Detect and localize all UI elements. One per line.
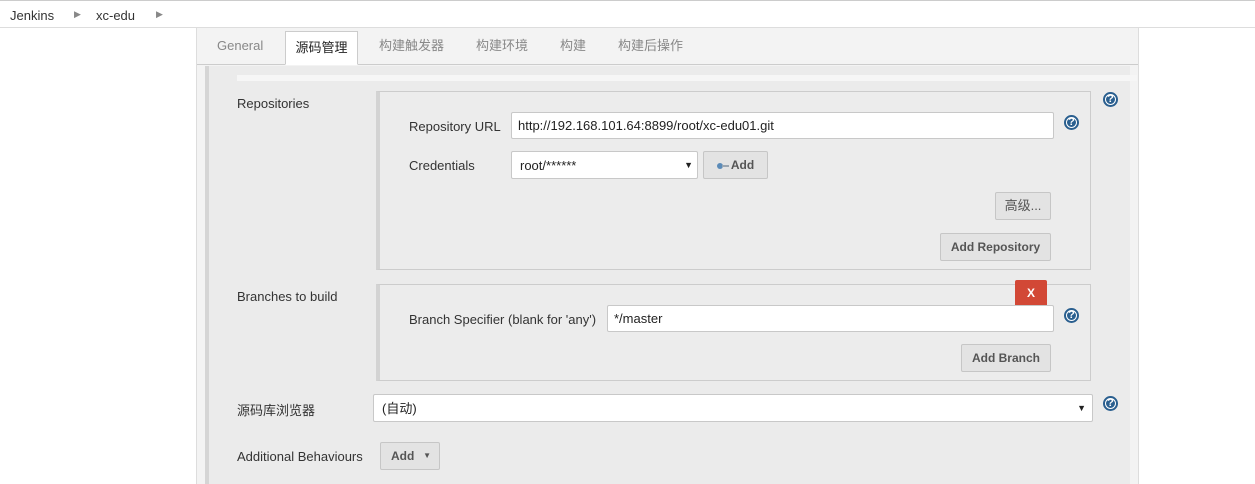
delete-branch-button[interactable]: X [1015,280,1047,307]
tab-post-build-actions[interactable]: 构建后操作 [618,28,683,64]
add-credentials-button[interactable]: Add [703,151,768,179]
branch-specifier-input[interactable]: */master [607,305,1054,332]
breadcrumb-item-project[interactable]: xc-edu [96,8,135,23]
advanced-button[interactable]: 高级... [995,192,1051,220]
help-icon[interactable]: ? [1103,92,1118,107]
tab-source-code-management[interactable]: 源码管理 [285,31,358,65]
credentials-value: root/****** [520,158,577,173]
tab-build-triggers[interactable]: 构建触发器 [379,28,444,64]
additional-behaviours-label: Additional Behaviours [237,449,363,464]
help-icon[interactable]: ? [1064,308,1079,323]
help-icon[interactable]: ? [1103,396,1118,411]
repository-browser-label: 源码库浏览器 [237,403,316,418]
repository-browser-select[interactable]: (自动) ▼ [373,394,1093,422]
credentials-label: Credentials [409,158,475,173]
add-repository-button[interactable]: Add Repository [940,233,1051,261]
breadcrumb-item-jenkins[interactable]: Jenkins [10,8,54,23]
key-icon [716,162,729,169]
tab-build[interactable]: 构建 [560,28,586,64]
breadcrumb: Jenkins ▶ xc-edu ▶ [0,0,1255,28]
branch-specifier-label: Branch Specifier (blank for 'any') [409,312,597,327]
add-behaviour-label: Add [391,449,415,463]
add-behaviour-button[interactable]: Add ▼ [380,442,440,470]
tab-bar: General 源码管理 构建触发器 构建环境 构建 构建后操作 [197,28,1138,65]
help-icon[interactable]: ? [1064,115,1079,130]
caret-down-icon: ▼ [423,451,431,460]
repository-url-label: Repository URL [409,119,501,134]
dropdown-arrow-icon: ▼ [684,160,693,170]
tab-general[interactable]: General [217,28,263,64]
credentials-select[interactable]: root/****** ▼ [511,151,698,179]
add-credentials-label: Add [730,158,755,172]
section-divider [237,75,1137,81]
add-branch-button[interactable]: Add Branch [961,344,1051,372]
repository-browser-value: (自动) [382,401,417,416]
branches-to-build-label: Branches to build [237,289,338,304]
tab-build-environment[interactable]: 构建环境 [476,28,528,64]
repositories-label: Repositories [237,96,310,111]
dropdown-arrow-icon: ▼ [1077,403,1086,413]
chevron-right-icon[interactable]: ▶ [74,9,81,20]
repository-url-input[interactable]: http://192.168.101.64:8899/root/xc-edu01… [511,112,1054,139]
chevron-right-icon[interactable]: ▶ [156,9,163,20]
